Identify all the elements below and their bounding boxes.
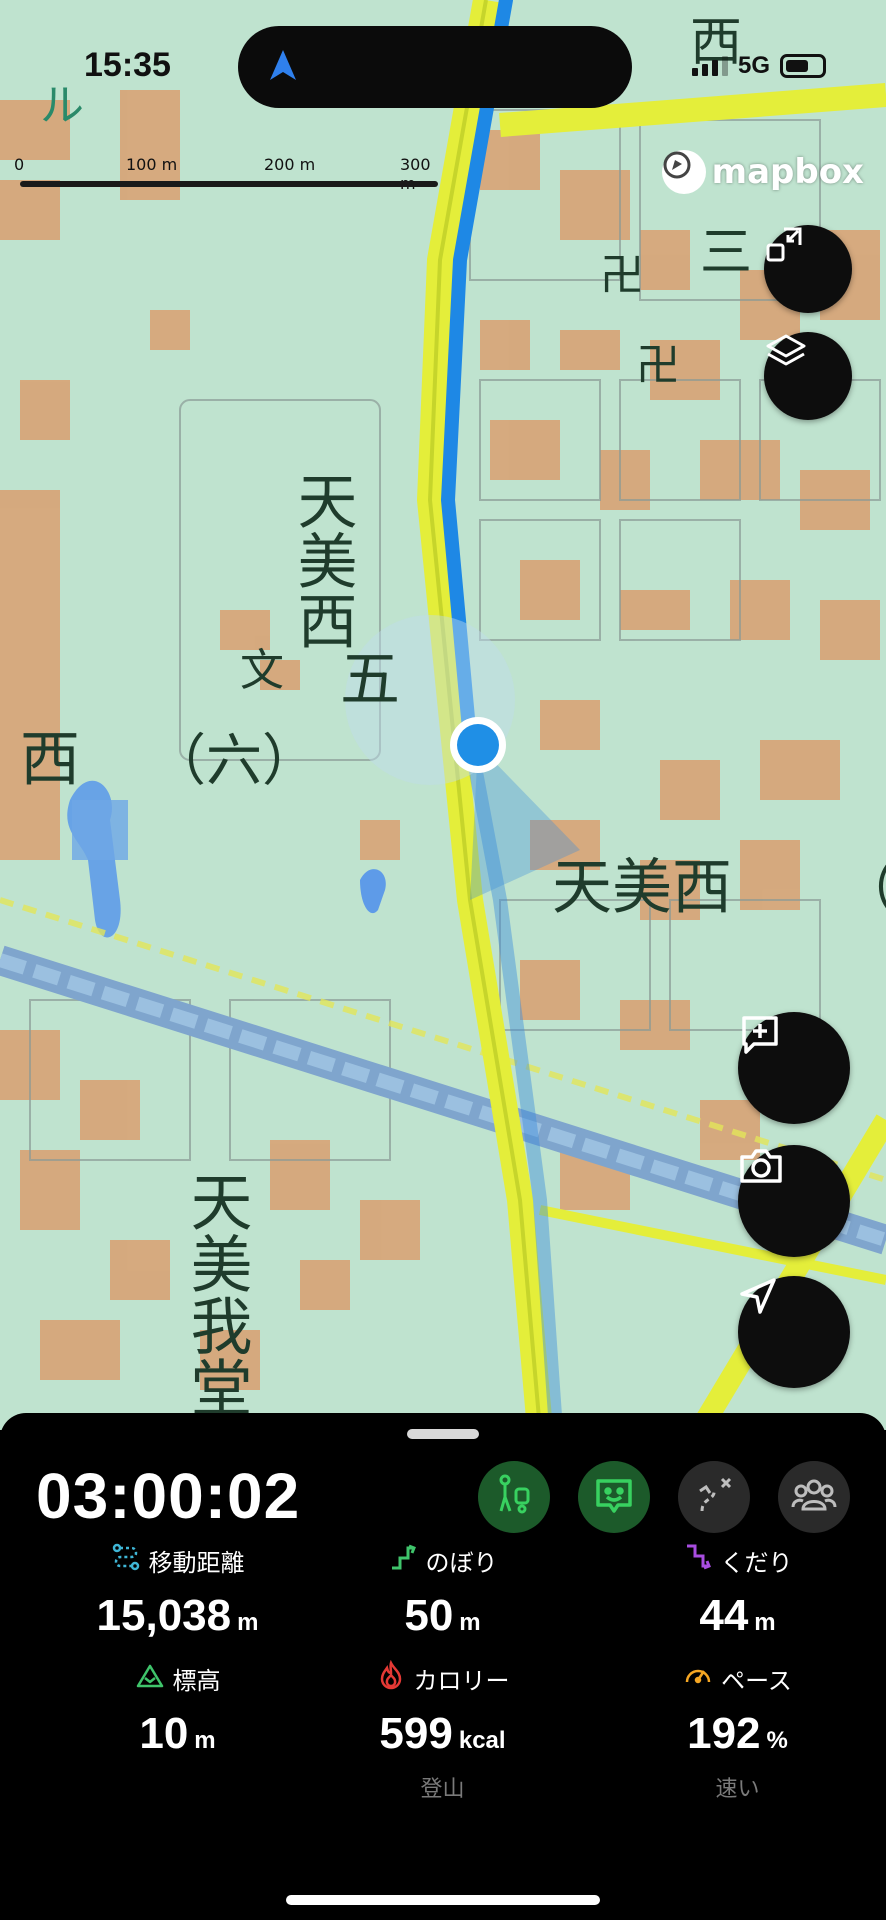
scale-label-100: 100 m [126,155,178,174]
group-icon [791,1473,837,1521]
distance-icon [111,1542,141,1578]
stat-value: 599 [379,1709,453,1758]
stat-descent: くだり 44 m [590,1543,885,1641]
group-mode-button[interactable] [778,1461,850,1533]
hiking-icon [492,1473,536,1521]
map-layers-button[interactable] [764,332,852,420]
map-label-g: 天美我堂 [180,1170,253,1418]
map-label-e: 天美西 [552,853,732,923]
battery-icon [780,54,826,78]
scale-label-0: 0 [14,155,25,174]
map-label-c: 西 [20,725,80,795]
camera-button[interactable] [738,1145,850,1257]
ascent-icon [388,1542,418,1578]
stat-unit: m [754,1609,776,1636]
mountain-icon [135,1660,165,1696]
descent-icon [683,1542,713,1578]
stat-sub: 登山 [420,1777,465,1802]
dynamic-island [238,26,632,108]
stat-label: カロリー [413,1666,510,1695]
stat-label: くだり [720,1548,793,1577]
map-label-d: （六） [150,729,318,794]
stat-value: 10 [139,1709,189,1758]
stat-unit: m [194,1727,216,1754]
map-label-j: 三 [700,223,752,283]
mapbox-attribution[interactable]: mapbox [661,150,864,194]
stat-label: 標高 [172,1666,221,1695]
stat-ascent: のぼり 50 m [295,1543,590,1641]
stat-value: 44 [699,1591,749,1640]
scale-line [20,181,438,187]
home-indicator[interactable] [286,1895,600,1905]
stat-pace: ペース 192% 速い [590,1661,885,1803]
map-label-b: 五 [340,645,400,715]
stat-value: 50 [404,1591,454,1640]
stat-unit: m [459,1609,481,1636]
status-indicators: 5G [691,52,826,80]
map-label-f: （ [840,857,886,922]
stat-value: 15,038 [96,1591,232,1640]
svg-text:卍: 卍 [600,250,644,301]
scale-label-300: 300 m [400,155,431,193]
stat-altitude: 標高 10 m [30,1661,325,1759]
stat-unit: % [766,1727,788,1754]
stat-calories: カロリー 599 kcal 登山 [295,1659,590,1803]
stat-label: 移動距離 [148,1548,245,1577]
map-view[interactable]: 天美西 五 西 （六） 天美西 （ 天美我堂 ル 西 三 卍卍文 15:35 5… [0,0,886,1430]
network-type: 5G [737,52,770,79]
current-location-button[interactable] [738,1276,850,1388]
map-label-h: ル [40,80,84,131]
memo-mode-button[interactable] [578,1461,650,1533]
svg-text:文: 文 [240,645,284,696]
elapsed-time: 03:00:02 [36,1460,301,1532]
svg-text:卍: 卍 [636,340,680,391]
stat-distance: 移動距離 15,038 m [30,1543,325,1641]
stat-value: 192 [687,1709,761,1758]
stat-unit: kcal [458,1727,506,1754]
scale-label-200: 200 m [264,155,316,174]
status-time: 15:35 [84,46,171,84]
stat-unit: m [237,1609,259,1636]
flame-icon [376,1659,406,1696]
signal-icon [691,56,728,76]
stat-sub: 速い [715,1777,760,1802]
route-icon [692,1473,736,1521]
mapbox-logo-icon [661,150,706,194]
gauge-icon [683,1660,713,1696]
stat-label: ペース [721,1666,792,1695]
add-memo-button[interactable] [738,1012,850,1124]
hiking-mode-button[interactable] [478,1461,550,1533]
collapse-map-button[interactable] [764,225,852,313]
stat-label: のぼり [425,1548,498,1577]
activity-panel: 03:00:02 移動距離 15,038 m のぼり 50 m くだり 44 m… [0,1413,886,1920]
sheet-handle[interactable] [407,1429,479,1439]
mapbox-wordmark: mapbox [711,152,864,192]
route-mode-button[interactable] [678,1461,750,1533]
map-label-a: 天美西 [287,470,357,650]
memo-icon [592,1473,636,1521]
